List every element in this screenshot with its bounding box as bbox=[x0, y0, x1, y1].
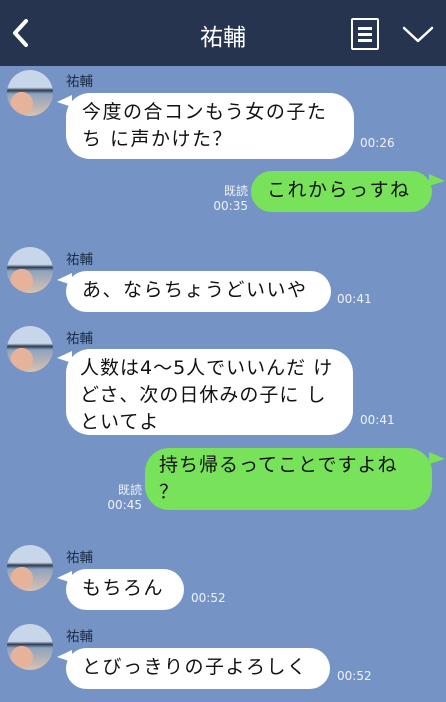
sender-name: 祐輔 bbox=[66, 252, 93, 268]
sender-name: 祐輔 bbox=[66, 74, 93, 90]
message-bubble[interactable]: あ、ならちょうどいいや bbox=[66, 271, 331, 312]
message-bubble[interactable]: 人数は4〜5人でいいんだ けどさ、次の日休みの子に しといてよ bbox=[66, 349, 353, 435]
sender-name: 祐輔 bbox=[66, 550, 93, 566]
chat-header: 祐輔 bbox=[0, 0, 446, 66]
note-menu-button[interactable] bbox=[351, 18, 379, 50]
avatar[interactable] bbox=[7, 70, 53, 116]
sender-name: 祐輔 bbox=[66, 629, 93, 645]
avatar[interactable] bbox=[7, 545, 53, 591]
bubble-tail bbox=[429, 174, 445, 186]
avatar[interactable] bbox=[7, 624, 53, 670]
chevron-down-icon bbox=[402, 26, 434, 43]
message-time: 00:41 bbox=[360, 413, 395, 427]
expand-menu-button[interactable] bbox=[400, 22, 436, 46]
message-time: 00:52 bbox=[191, 591, 226, 605]
chat-title: 祐輔 bbox=[200, 25, 246, 51]
back-button[interactable] bbox=[6, 16, 36, 50]
list-icon bbox=[358, 27, 372, 30]
message-bubble[interactable]: 持ち帰るってことですよね ？ bbox=[145, 448, 432, 510]
message-bubble[interactable]: 今度の合コンもう女の子たち に声かけた？ bbox=[66, 93, 354, 159]
bubble-tail bbox=[429, 452, 445, 464]
message-time: 00:52 bbox=[337, 669, 372, 683]
avatar[interactable] bbox=[7, 247, 53, 293]
chevron-left-icon bbox=[13, 19, 28, 47]
read-receipt: 既読 00:45 bbox=[107, 483, 142, 512]
sender-name: 祐輔 bbox=[66, 331, 93, 347]
read-receipt: 既読 00:35 bbox=[213, 184, 248, 213]
message-bubble[interactable]: もちろん bbox=[66, 569, 184, 610]
avatar[interactable] bbox=[7, 326, 53, 372]
message-time: 00:26 bbox=[360, 136, 395, 150]
message-bubble[interactable]: これからっすね bbox=[251, 171, 432, 212]
message-time: 00:41 bbox=[337, 292, 372, 306]
message-bubble[interactable]: とびっきりの子よろしく bbox=[66, 648, 330, 689]
